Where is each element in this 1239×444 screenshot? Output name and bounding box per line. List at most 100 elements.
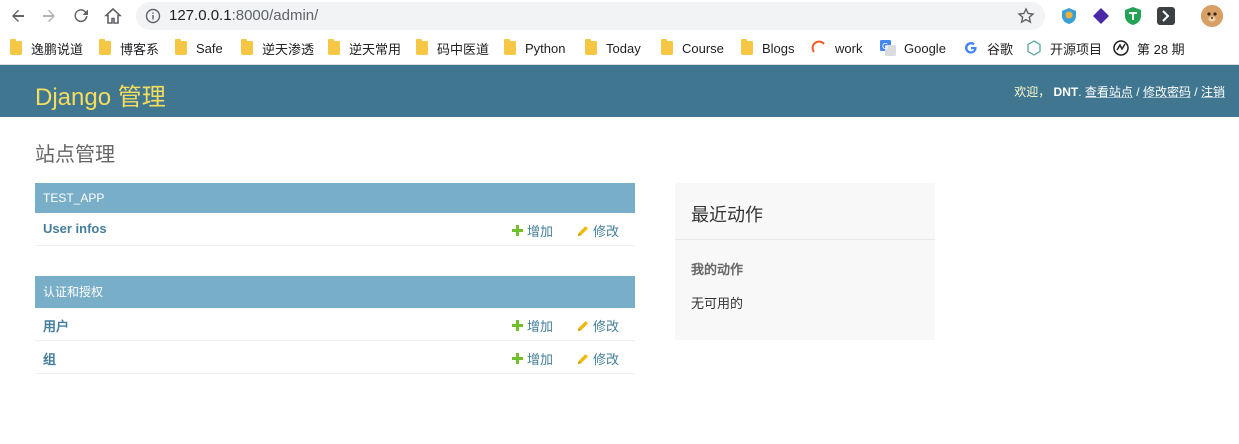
folder-icon (241, 39, 253, 55)
weekly-icon (1113, 40, 1129, 56)
bookmark-folder[interactable]: Course (661, 39, 724, 57)
back-button[interactable] (6, 4, 30, 28)
bookmark-label: 码中医道 (437, 41, 490, 57)
folder-icon (175, 39, 187, 55)
folder-icon (99, 39, 111, 55)
folder-icon (328, 39, 340, 55)
reload-button[interactable] (69, 4, 93, 28)
info-icon[interactable] (145, 8, 161, 24)
model-row: 组 增加 修改 (35, 341, 635, 374)
bookmark-label: 开源项目 (1050, 41, 1103, 57)
separator: / (1194, 85, 1198, 99)
recent-actions-panel: 最近动作 我的动作 无可用的 (675, 183, 935, 340)
folder-icon (741, 39, 753, 55)
model-row: User infos 增加 修改 (35, 213, 635, 246)
avatar-icon (1201, 5, 1223, 27)
change-password-link[interactable]: 修改密码 (1143, 85, 1191, 99)
home-button[interactable] (101, 4, 125, 28)
bookmark-label: 逸鹏说道 (31, 41, 84, 57)
forward-button[interactable] (37, 4, 61, 28)
extension-diamond-icon[interactable] (1091, 6, 1111, 26)
url-text: 127.0.0.1:8000/admin/ (169, 7, 318, 24)
plus-icon (512, 225, 523, 236)
folder-icon (585, 39, 597, 55)
app-caption[interactable]: 认证和授权 (35, 276, 635, 308)
change-label: 修改 (593, 352, 620, 367)
bookmark-label: 逆天常用 (349, 41, 402, 57)
work-icon (811, 40, 827, 56)
change-link[interactable]: 修改 (577, 221, 619, 240)
plus-icon (512, 320, 523, 331)
translate-icon: G (880, 40, 896, 56)
model-row: 用户 增加 修改 (35, 308, 635, 341)
browser-toolbar: 127.0.0.1:8000/admin/ (0, 0, 1239, 32)
model-link-groups[interactable]: 组 (43, 349, 56, 368)
url-path: :8000/admin/ (231, 7, 319, 24)
site-branding[interactable]: Django 管理 (35, 77, 166, 112)
bookmark-folder[interactable]: Python (504, 39, 565, 57)
bookmark-google-translate[interactable]: G Google (880, 39, 946, 57)
add-link[interactable]: 增加 (512, 349, 553, 368)
extension-shield-green-icon[interactable] (1123, 6, 1143, 26)
app-caption[interactable]: TEST_APP (35, 183, 635, 213)
opensource-icon (1026, 40, 1042, 56)
bookmark-issue[interactable]: 第 28 期 (1113, 39, 1185, 57)
bookmark-folder[interactable]: Blogs (741, 39, 795, 57)
home-icon (104, 7, 122, 24)
logout-link[interactable]: 注销 (1201, 85, 1225, 99)
bookmark-folder[interactable]: 博客系 (99, 39, 159, 57)
plus-icon (512, 353, 523, 364)
bookmark-folder[interactable]: 逆天渗透 (241, 39, 314, 57)
bookmark-label: Today (606, 40, 641, 56)
bookmarks-bar: 逸鹏说道 博客系 Safe 逆天渗透 逆天常用 码中医道 Python Toda… (0, 32, 1239, 65)
bookmark-opensource[interactable]: 开源项目 (1026, 39, 1102, 57)
divider (675, 239, 935, 240)
bookmark-label: 第 28 期 (1137, 41, 1185, 57)
bookmark-label: Safe (196, 40, 223, 56)
add-label: 增加 (527, 319, 554, 334)
extension-terminal-icon[interactable] (1156, 6, 1176, 26)
bookmark-work[interactable]: work (811, 39, 862, 57)
change-link[interactable]: 修改 (577, 349, 619, 368)
bookmark-label: Google (904, 40, 946, 56)
change-link[interactable]: 修改 (577, 316, 619, 335)
profile-avatar[interactable] (1201, 5, 1223, 27)
star-icon[interactable] (1017, 7, 1035, 25)
extension-shield-icon[interactable] (1059, 6, 1079, 26)
model-link-users[interactable]: 用户 (43, 316, 69, 335)
add-label: 增加 (527, 224, 554, 239)
pencil-icon (578, 320, 588, 331)
bookmark-label: work (835, 40, 863, 56)
google-g-icon (963, 40, 979, 56)
bookmark-folder[interactable]: Today (585, 39, 641, 57)
bookmark-label: Course (682, 40, 724, 56)
username: DNT (1053, 85, 1079, 99)
pencil-icon (578, 225, 588, 236)
welcome-text: 欢迎， (1014, 85, 1051, 99)
url-host: 127.0.0.1 (169, 7, 232, 24)
bookmark-folder[interactable]: 逆天常用 (328, 39, 401, 57)
change-label: 修改 (593, 224, 620, 239)
arrow-right-icon (43, 9, 55, 22)
empty-actions-text: 无可用的 (691, 296, 744, 311)
add-link[interactable]: 增加 (512, 221, 553, 240)
my-actions-heading: 我的动作 (691, 262, 744, 277)
bookmark-label: Python (525, 40, 566, 56)
pencil-icon (578, 353, 588, 364)
app-module-auth: 认证和授权 用户 增加 修改 组 增加 修改 (35, 276, 635, 374)
bookmark-label: 博客系 (120, 41, 160, 57)
bookmark-folder[interactable]: 逸鹏说道 (10, 39, 83, 57)
bookmark-label: Blogs (762, 40, 795, 56)
add-label: 增加 (527, 352, 554, 367)
bookmark-label: 谷歌 (987, 41, 1014, 57)
reload-icon (74, 9, 88, 23)
address-bar[interactable]: 127.0.0.1:8000/admin/ (136, 2, 1045, 30)
folder-icon (661, 39, 673, 55)
bookmark-folder[interactable]: Safe (175, 39, 223, 57)
change-label: 修改 (593, 319, 620, 334)
bookmark-google[interactable]: 谷歌 (963, 39, 1013, 57)
bookmark-folder[interactable]: 码中医道 (416, 39, 489, 57)
add-link[interactable]: 增加 (512, 316, 553, 335)
model-link-user-infos[interactable]: User infos (43, 221, 107, 236)
view-site-link[interactable]: 查看站点 (1085, 85, 1133, 99)
